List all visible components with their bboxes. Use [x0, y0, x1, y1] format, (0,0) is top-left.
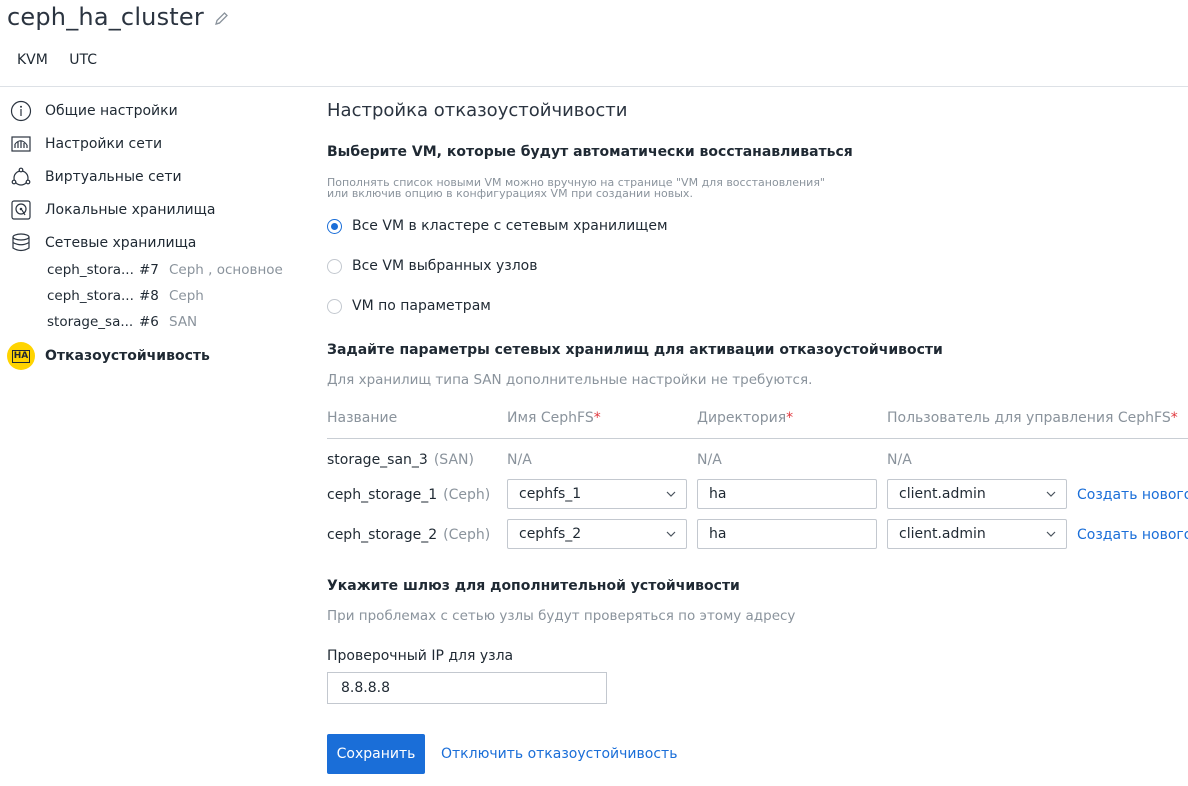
sidebar-item-virtual-networks[interactable]: Виртуальные сети [0, 162, 290, 192]
create-user-link[interactable]: Создать нового [1077, 527, 1188, 543]
sidebar-item-label: Настройки сети [45, 136, 163, 152]
sidebar-item-label: Общие настройки [45, 103, 178, 119]
info-icon [10, 100, 32, 122]
storage-type: SAN [169, 314, 198, 330]
cluster-tags: KVM UTC [17, 52, 114, 68]
disable-ha-link[interactable]: Отключить отказоустойчивость [441, 746, 677, 762]
ip-field-label: Проверочный IP для узла [327, 648, 514, 664]
select-value: client.admin [899, 526, 986, 542]
page-title: ceph_ha_cluster [7, 3, 204, 31]
chevron-down-icon [1046, 531, 1056, 537]
gateway-section-heading: Укажите шлюз для дополнительной устойчив… [327, 578, 740, 594]
table-row-name: ceph_storage_2 (Ceph) [327, 527, 491, 543]
vm-section-hint: или включив опцию в конфигурациях VM при… [327, 187, 693, 200]
ha-icon: HA [7, 342, 35, 370]
chevron-down-icon [666, 491, 676, 497]
directory-input[interactable]: ha [697, 479, 877, 509]
sidebar-item-label: Отказоустойчивость [45, 348, 210, 364]
ha-badge-text: HA [11, 349, 31, 363]
radio-label: Все VM выбранных узлов [352, 258, 538, 274]
select-value: client.admin [899, 486, 986, 502]
storage-section-heading: Задайте параметры сетевых хранилищ для а… [327, 342, 943, 358]
cephfs-select[interactable]: cephfs_2 [507, 519, 687, 549]
radio-label: Все VM в кластере с сетевым хранилищем [352, 218, 668, 234]
section-title: Настройка отказоустойчивости [327, 100, 628, 121]
sidebar-item-local-storage[interactable]: Локальные хранилища [0, 195, 290, 225]
network-storage-icon [12, 233, 30, 252]
input-value: ha [709, 486, 727, 502]
directory-na: N/A [697, 452, 722, 468]
sidebar-item-label: Сетевые хранилища [45, 235, 197, 251]
user-select[interactable]: client.admin [887, 479, 1067, 509]
header-divider [0, 86, 1188, 87]
sidebar-item-label: Локальные хранилища [45, 202, 216, 218]
radio-button[interactable] [327, 258, 342, 274]
check-ip-input[interactable]: 8.8.8.8 [327, 672, 607, 704]
tag-timezone: UTC [69, 52, 98, 68]
sidebar-item-general[interactable]: Общие настройки [0, 96, 290, 126]
storage-name: ceph_stora... [47, 262, 134, 278]
radio-all-vm-cluster[interactable]: Все VM в кластере с сетевым хранилищем [327, 216, 668, 236]
input-value: ha [709, 526, 727, 542]
radio-button[interactable] [327, 218, 342, 234]
cephfs-na: N/A [507, 452, 532, 468]
radio-label: VM по параметрам [352, 298, 491, 314]
storage-type: Ceph [169, 288, 204, 304]
tag-hypervisor: KVM [17, 52, 48, 68]
input-value: 8.8.8.8 [341, 680, 390, 696]
sidebar-item-label: Виртуальные сети [45, 169, 182, 185]
table-row-name: storage_san_3 (SAN) [327, 452, 474, 468]
save-button[interactable]: Сохранить [327, 734, 425, 774]
local-storage-icon [11, 200, 31, 220]
create-user-link[interactable]: Создать нового [1077, 487, 1188, 503]
radio-by-parameters[interactable]: VM по параметрам [327, 296, 491, 316]
sidebar-storage-item[interactable]: ceph_stora... #8 Ceph [47, 288, 287, 310]
chevron-down-icon [666, 531, 676, 537]
column-header-directory: Директория* [697, 410, 794, 426]
storage-name: ceph_stora... [47, 288, 134, 304]
network-settings-icon [11, 136, 31, 152]
gateway-section-note: При проблемах с сетью узлы будут проверя… [327, 608, 796, 624]
sidebar-item-network-settings[interactable]: Настройки сети [0, 129, 290, 159]
directory-input[interactable]: ha [697, 519, 877, 549]
radio-selected-nodes[interactable]: Все VM выбранных узлов [327, 256, 537, 276]
select-value: cephfs_2 [519, 526, 582, 542]
storage-id: #7 [139, 262, 159, 278]
vm-section-heading: Выберите VM, которые будут автоматически… [327, 144, 853, 160]
column-header-name: Название [327, 410, 398, 426]
select-value: cephfs_1 [519, 486, 582, 502]
storage-name: storage_sa... [47, 314, 134, 330]
pencil-icon[interactable] [213, 10, 231, 28]
cephfs-select[interactable]: cephfs_1 [507, 479, 687, 509]
table-row-name: ceph_storage_1 (Ceph) [327, 487, 491, 503]
sidebar-item-high-availability[interactable]: HA Отказоустойчивость [0, 341, 290, 371]
table-header-divider [327, 438, 1188, 439]
sidebar-storage-item[interactable]: storage_sa... #6 SAN [47, 314, 287, 336]
storage-section-note: Для хранилищ типа SAN дополнительные нас… [327, 372, 813, 388]
storage-id: #8 [139, 288, 159, 304]
chevron-down-icon [1046, 491, 1056, 497]
column-header-cephfs: Имя CephFS* [507, 410, 601, 426]
column-header-user: Пользователь для управления CephFS* [887, 410, 1178, 426]
virtual-network-icon [11, 167, 31, 186]
sidebar-item-network-storage[interactable]: Сетевые хранилища [0, 228, 290, 258]
radio-button[interactable] [327, 298, 342, 314]
storage-type: Ceph , основное [169, 262, 283, 278]
sidebar-storage-item[interactable]: ceph_stora... #7 Ceph , основное [47, 262, 287, 284]
user-na: N/A [887, 452, 912, 468]
storage-id: #6 [139, 314, 159, 330]
user-select[interactable]: client.admin [887, 519, 1067, 549]
